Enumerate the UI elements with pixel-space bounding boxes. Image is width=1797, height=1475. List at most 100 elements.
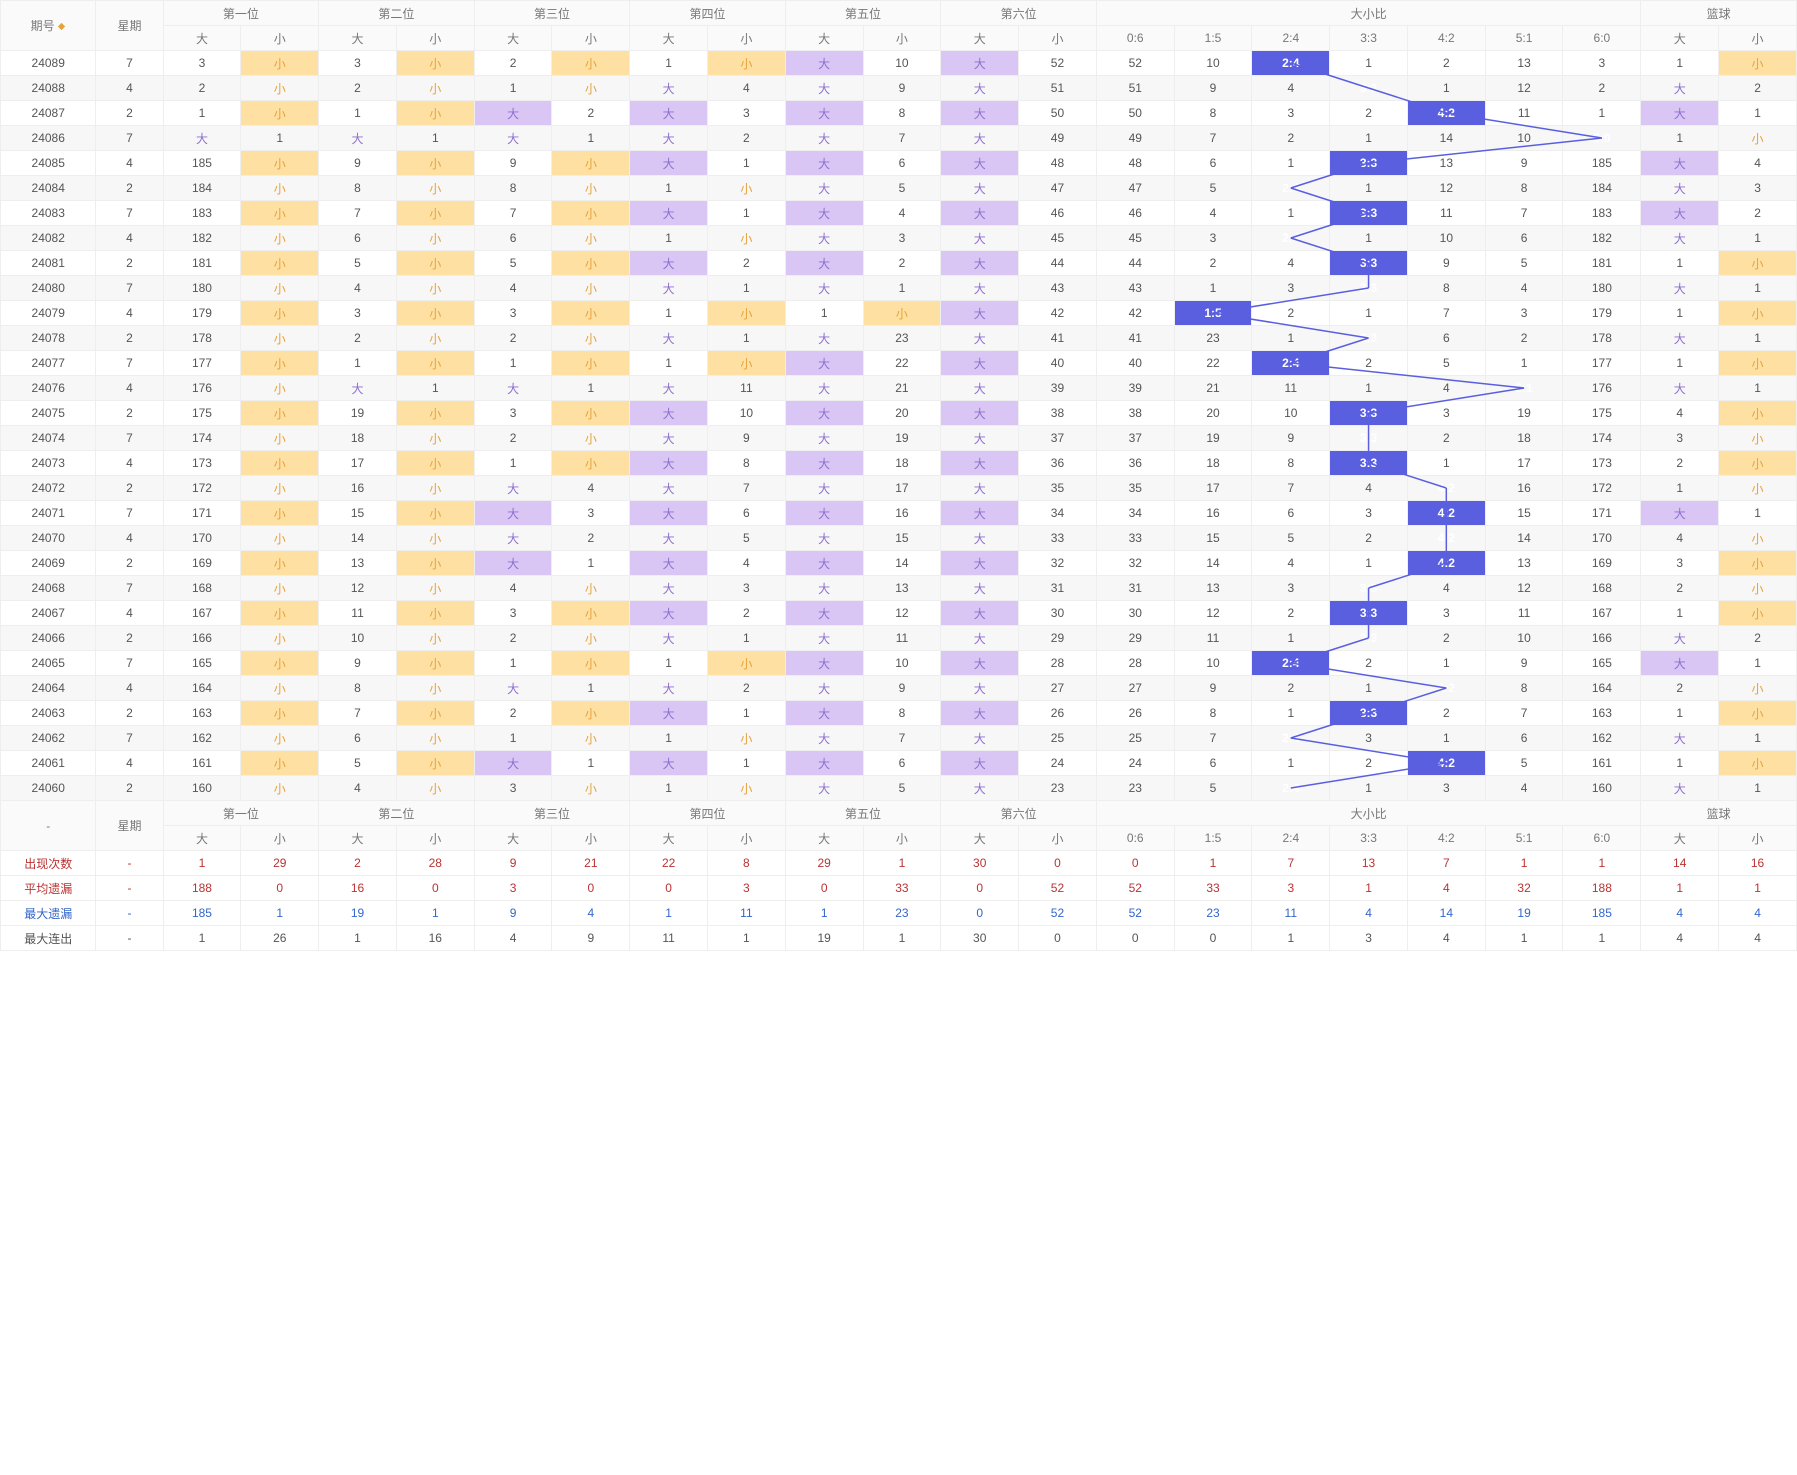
col-ratio-2: 2:4 bbox=[1252, 826, 1330, 851]
cell-blue-da: 大 bbox=[1641, 101, 1719, 126]
cell-p0-da: 179 bbox=[163, 301, 241, 326]
cell-issue: 24068 bbox=[1, 576, 96, 601]
cell-p0-xiao: 小 bbox=[241, 751, 319, 776]
s-p2-b: 4 bbox=[552, 901, 630, 926]
cell-week: 4 bbox=[96, 451, 163, 476]
cell-issue: 24083 bbox=[1, 201, 96, 226]
cell-blue-da: 大 bbox=[1641, 501, 1719, 526]
cell-blue-xiao: 1 bbox=[1719, 501, 1797, 526]
cell-p3-xiao: 4 bbox=[708, 551, 786, 576]
cell-ratio-3: 3:3 bbox=[1330, 326, 1408, 351]
cell-p3-da: 大 bbox=[630, 476, 708, 501]
s-b-1: 1 bbox=[1719, 876, 1797, 901]
col-ratio: 大小比 bbox=[1096, 801, 1640, 826]
cell-ratio-1: 10 bbox=[1174, 51, 1252, 76]
cell-p1-da: 7 bbox=[319, 201, 397, 226]
s-p3-b: 11 bbox=[708, 901, 786, 926]
cell-blue-da: 1 bbox=[1641, 751, 1719, 776]
cell-p4-xiao: 22 bbox=[863, 351, 941, 376]
cell-issue: 24060 bbox=[1, 776, 96, 801]
cell-ratio-0: 30 bbox=[1096, 601, 1174, 626]
s-r-0: 0 bbox=[1096, 851, 1174, 876]
cell-p1-da: 8 bbox=[319, 676, 397, 701]
cell-ratio-4: 3 bbox=[1407, 601, 1485, 626]
cell-ratio-4: 4:2 bbox=[1407, 476, 1485, 501]
cell-p3-xiao: 小 bbox=[708, 651, 786, 676]
cell-p2-xiao: 3 bbox=[552, 501, 630, 526]
cell-p5-xiao: 29 bbox=[1019, 626, 1097, 651]
s-r-0: 52 bbox=[1096, 901, 1174, 926]
stat-week: - bbox=[96, 851, 163, 876]
cell-p3-da: 大 bbox=[630, 501, 708, 526]
cell-p3-da: 1 bbox=[630, 51, 708, 76]
cell-p0-da: 171 bbox=[163, 501, 241, 526]
col-pos2-xiao: 小 bbox=[552, 26, 630, 51]
cell-p4-da: 大 bbox=[785, 626, 863, 651]
s-p1-b: 1 bbox=[396, 901, 474, 926]
cell-ratio-6: 164 bbox=[1563, 676, 1641, 701]
s-b-0: 4 bbox=[1641, 926, 1719, 951]
cell-p0-xiao: 小 bbox=[241, 526, 319, 551]
cell-ratio-5: 13 bbox=[1485, 51, 1563, 76]
cell-p2-xiao: 小 bbox=[552, 176, 630, 201]
cell-p4-da: 大 bbox=[785, 376, 863, 401]
cell-p0-xiao: 小 bbox=[241, 726, 319, 751]
cell-p0-da: 172 bbox=[163, 476, 241, 501]
cell-blue-xiao: 1 bbox=[1719, 276, 1797, 301]
cell-p3-xiao: 6 bbox=[708, 501, 786, 526]
cell-p3-xiao: 小 bbox=[708, 776, 786, 801]
cell-ratio-2: 2:4 bbox=[1252, 51, 1330, 76]
data-row: 240752175小19小3小大10大20大383820103:33191754… bbox=[1, 401, 1797, 426]
cell-p2-da: 大 bbox=[474, 501, 552, 526]
cell-ratio-0: 23 bbox=[1096, 776, 1174, 801]
cell-blue-xiao: 小 bbox=[1719, 751, 1797, 776]
cell-ratio-0: 26 bbox=[1096, 701, 1174, 726]
s-p1-b: 16 bbox=[396, 926, 474, 951]
col-week: 星期 bbox=[96, 801, 163, 851]
cell-p2-da: 大 bbox=[474, 376, 552, 401]
cell-p3-da: 大 bbox=[630, 326, 708, 351]
cell-p5-da: 大 bbox=[941, 101, 1019, 126]
stat-row-max: 最大遗漏-1851191941111230525223114141918544 bbox=[1, 901, 1797, 926]
cell-week: 2 bbox=[96, 626, 163, 651]
data-row: 240734173小17小1小大8大18大36361883:31171732小 bbox=[1, 451, 1797, 476]
cell-ratio-4: 1 bbox=[1407, 451, 1485, 476]
cell-ratio-3: 1 bbox=[1330, 676, 1408, 701]
s-p5-b: 52 bbox=[1019, 876, 1097, 901]
cell-p3-da: 大 bbox=[630, 551, 708, 576]
cell-ratio-0: 43 bbox=[1096, 276, 1174, 301]
cell-ratio-1: 19 bbox=[1174, 426, 1252, 451]
cell-p1-xiao: 1 bbox=[396, 126, 474, 151]
col-pos4-xiao: 小 bbox=[863, 26, 941, 51]
s-r-4: 4 bbox=[1407, 876, 1485, 901]
cell-ratio-3: 3:3 bbox=[1330, 276, 1408, 301]
cell-p0-xiao: 小 bbox=[241, 776, 319, 801]
cell-p2-xiao: 小 bbox=[552, 76, 630, 101]
cell-p1-da: 8 bbox=[319, 176, 397, 201]
cell-ratio-5: 17 bbox=[1485, 451, 1563, 476]
cell-p3-xiao: 小 bbox=[708, 726, 786, 751]
cell-issue: 24085 bbox=[1, 151, 96, 176]
cell-ratio-4: 10 bbox=[1407, 226, 1485, 251]
cell-p4-da: 大 bbox=[785, 751, 863, 776]
cell-ratio-6: 185 bbox=[1563, 151, 1641, 176]
s-p2-a: 9 bbox=[474, 901, 552, 926]
cell-p2-da: 3 bbox=[474, 301, 552, 326]
cell-p0-xiao: 小 bbox=[241, 426, 319, 451]
col-issue[interactable]: - bbox=[1, 801, 96, 851]
cell-ratio-1: 6 bbox=[1174, 151, 1252, 176]
cell-issue: 24087 bbox=[1, 101, 96, 126]
cell-p3-da: 大 bbox=[630, 626, 708, 651]
data-row: 2408721小1小大2大3大8大50508324:2111大1 bbox=[1, 101, 1797, 126]
cell-blue-xiao: 小 bbox=[1719, 401, 1797, 426]
cell-ratio-0: 34 bbox=[1096, 501, 1174, 526]
cell-p4-xiao: 8 bbox=[863, 101, 941, 126]
cell-issue: 24078 bbox=[1, 326, 96, 351]
cell-p0-da: 175 bbox=[163, 401, 241, 426]
col-issue[interactable]: 期号 bbox=[1, 1, 96, 51]
cell-ratio-3: 1 bbox=[1330, 776, 1408, 801]
cell-p2-da: 3 bbox=[474, 401, 552, 426]
s-b-0: 1 bbox=[1641, 876, 1719, 901]
cell-ratio-5: 8 bbox=[1485, 176, 1563, 201]
data-row: 240704170小14小大2大5大15大333315524:2141704小 bbox=[1, 526, 1797, 551]
